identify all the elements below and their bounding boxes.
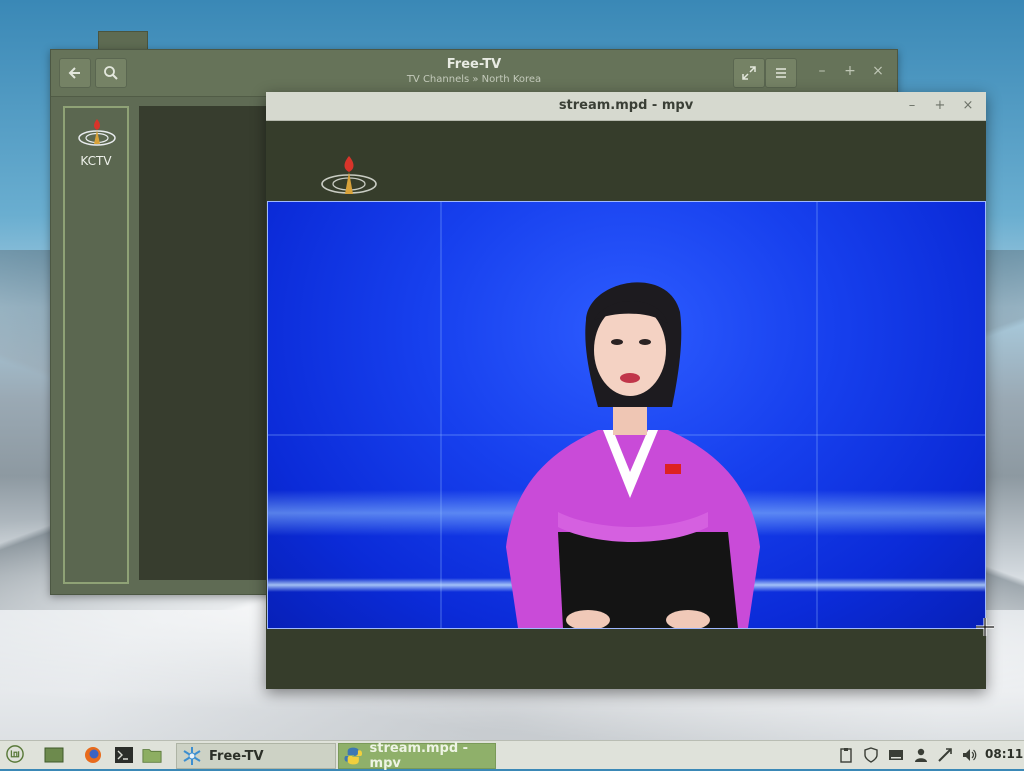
close-button[interactable]: × <box>869 62 887 80</box>
channel-content-area <box>139 106 269 580</box>
python-icon <box>344 747 363 765</box>
kctv-watermark-logo <box>321 156 377 194</box>
maximize-icon: + <box>934 98 946 113</box>
channel-list: KCTV <box>63 106 129 584</box>
user-icon[interactable] <box>913 747 929 763</box>
channel-item-kctv[interactable]: KCTV <box>65 108 127 178</box>
menu-button[interactable] <box>765 58 797 88</box>
mpv-window-title: stream.mpd - mpv <box>558 98 694 113</box>
snowflake-app-icon <box>183 747 201 765</box>
shield-icon[interactable] <box>863 747 879 763</box>
freetv-headerbar: Free-TV TV Channels » North Korea – + × <box>51 50 897 97</box>
hamburger-menu-icon <box>776 68 786 78</box>
close-icon: × <box>962 98 974 113</box>
clock[interactable]: 08:11 <box>985 747 1023 761</box>
mpv-maximize-button[interactable]: + <box>932 97 948 115</box>
close-icon: × <box>872 63 884 79</box>
minimize-icon: – <box>908 98 916 113</box>
firefox-icon[interactable] <box>83 746 103 764</box>
mint-menu-icon[interactable] <box>5 745 25 763</box>
terminal-icon[interactable] <box>114 746 134 764</box>
file-manager-icon[interactable] <box>142 746 162 764</box>
volume-icon[interactable] <box>961 747 977 763</box>
maximize-button[interactable]: + <box>841 62 859 80</box>
mpv-window: stream.mpd - mpv – + × <box>266 92 986 689</box>
keyboard-icon[interactable] <box>888 747 904 763</box>
show-desktop-icon[interactable] <box>44 746 64 764</box>
news-anchor-figure <box>506 282 760 628</box>
video-frame[interactable] <box>267 201 986 629</box>
network-icon[interactable] <box>937 747 953 763</box>
task-label: stream.mpd - mpv <box>369 741 469 771</box>
kctv-logo-icon <box>78 119 116 146</box>
task-label: Free-TV <box>209 748 264 764</box>
taskbar-item-freetv[interactable]: Free-TV <box>176 743 336 769</box>
fullscreen-icon <box>742 66 756 80</box>
taskbar: Free-TV stream.mpd - mpv 08:11 <box>0 740 1024 771</box>
minimize-button[interactable]: – <box>813 62 831 80</box>
maximize-icon: + <box>844 63 856 79</box>
fullscreen-button[interactable] <box>733 58 765 88</box>
mpv-close-button[interactable]: × <box>960 97 976 115</box>
mpv-minimize-button[interactable]: – <box>904 97 920 115</box>
minimize-icon: – <box>818 63 826 79</box>
mpv-titlebar[interactable]: stream.mpd - mpv – + × <box>266 92 986 121</box>
taskbar-item-mpv[interactable]: stream.mpd - mpv <box>338 741 496 771</box>
mouse-cursor-icon <box>976 618 994 636</box>
channel-label: KCTV <box>80 154 112 168</box>
clipboard-icon[interactable] <box>838 747 854 763</box>
